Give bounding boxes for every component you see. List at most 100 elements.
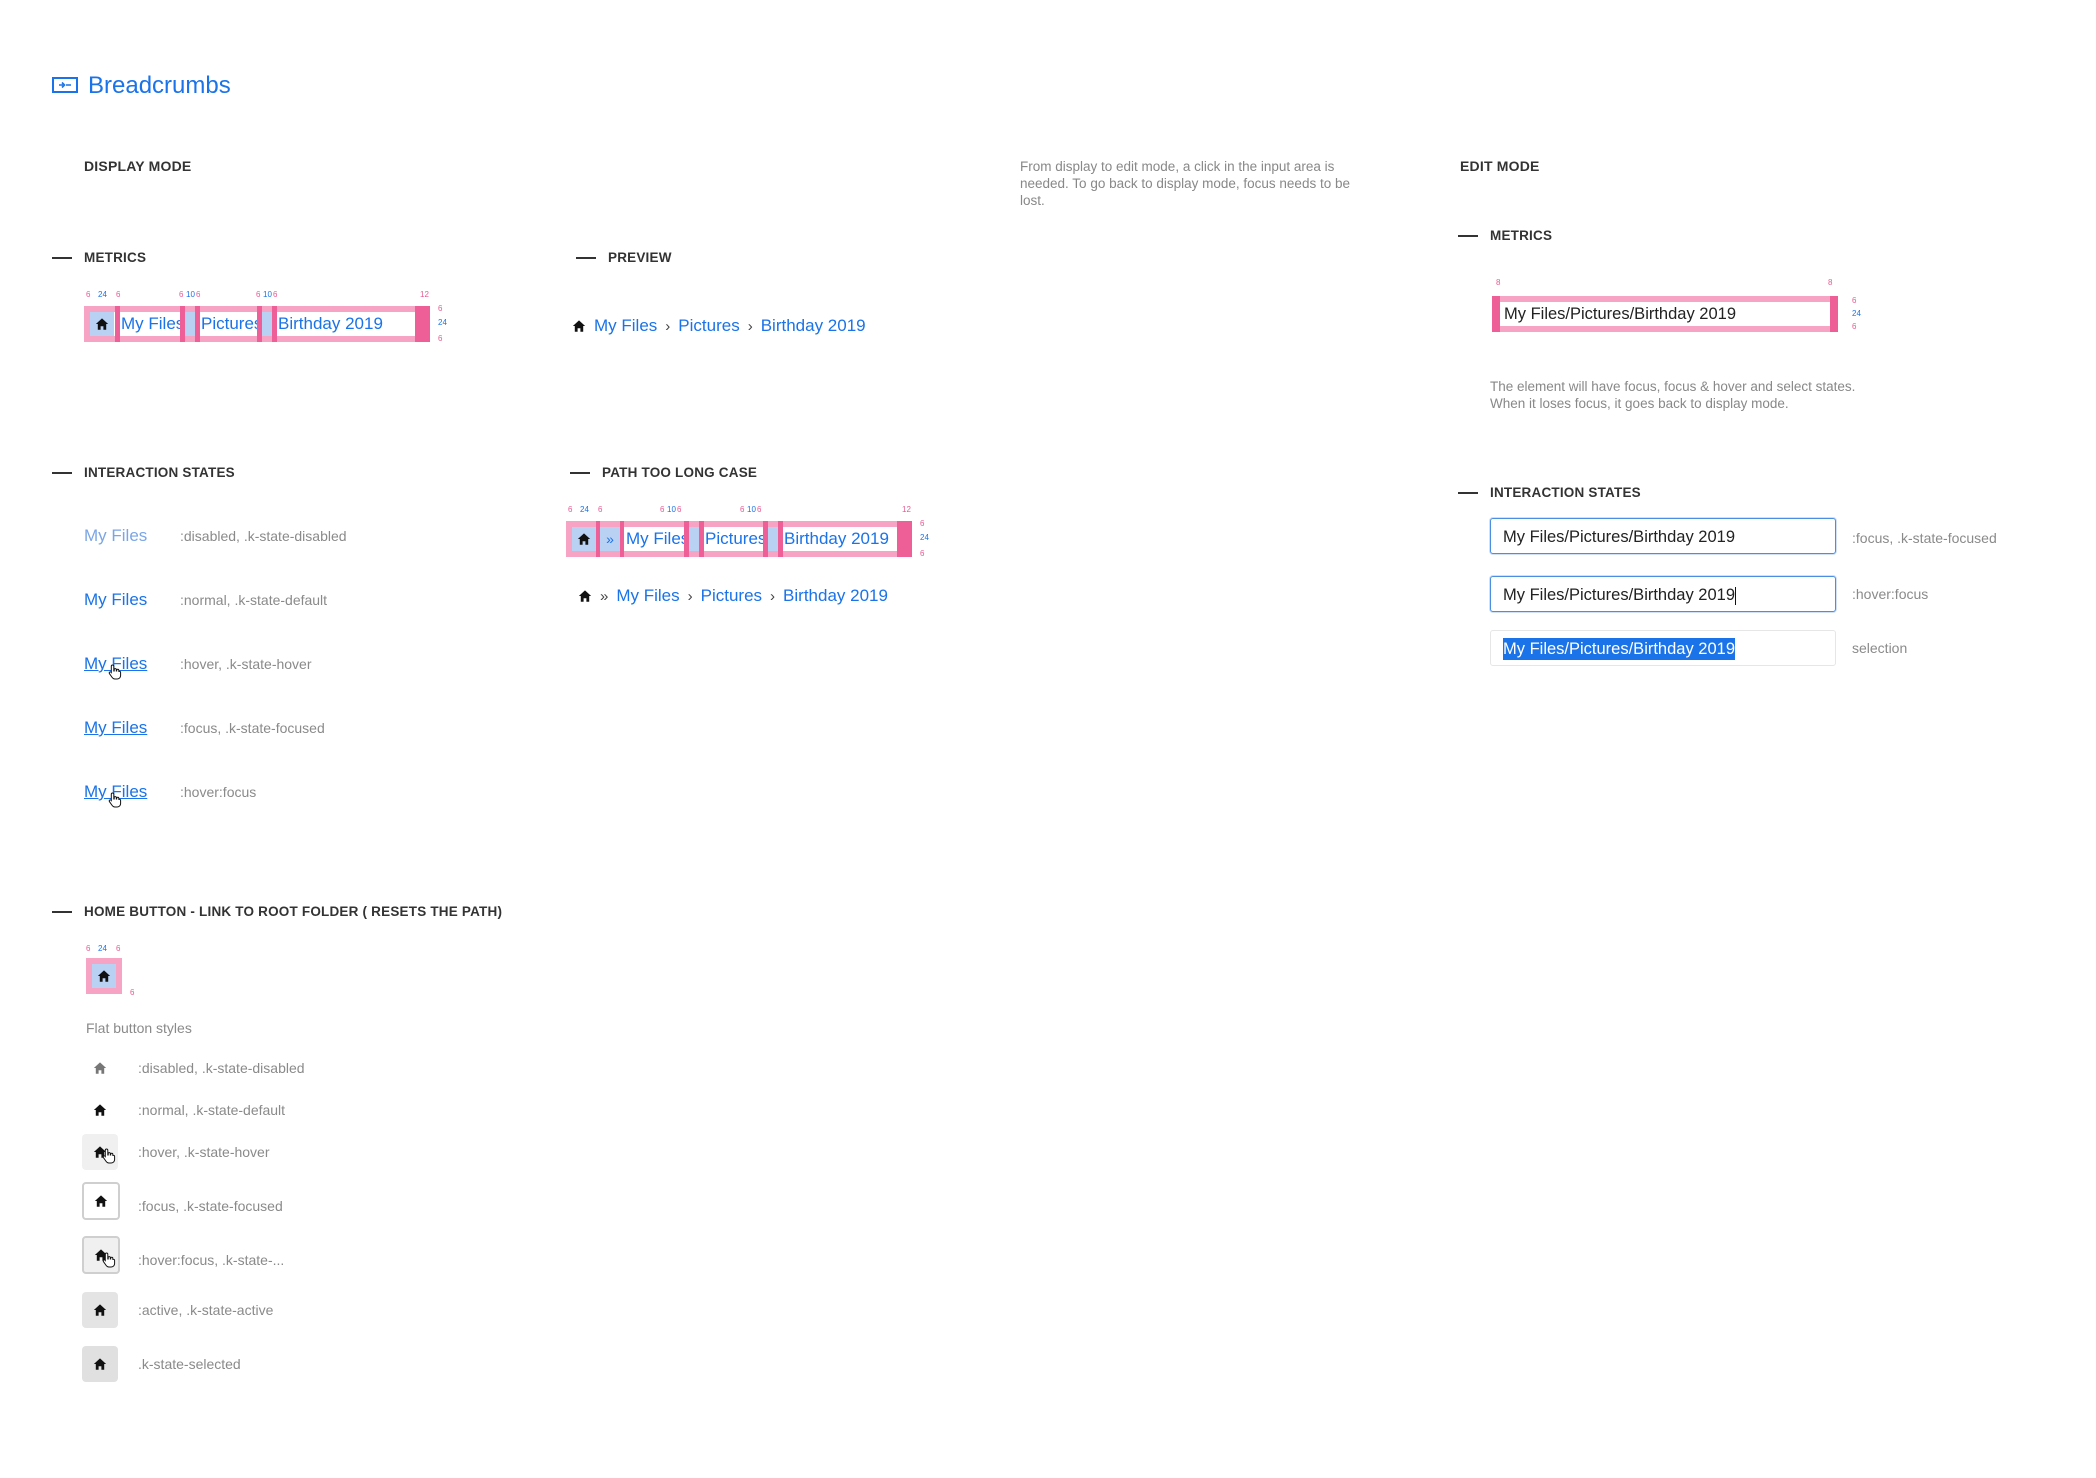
breadcrumb-item: My Files — [121, 314, 185, 333]
state-desc: :disabled, .k-state-disabled — [180, 528, 347, 544]
path-input-focused[interactable]: My Files/Pictures/Birthday 2019 — [1490, 518, 1836, 554]
path-too-long-heading: PATH TOO LONG CASE — [570, 465, 757, 480]
hand-cursor-icon — [102, 1252, 116, 1268]
state-desc: :hover:focus — [1852, 586, 1929, 602]
metric-label: 6 — [920, 549, 925, 558]
breadcrumb-link-birthday[interactable]: Birthday 2019 — [783, 586, 888, 606]
metric-label: 6 — [130, 988, 135, 997]
breadcrumb-link-my-files[interactable]: My Files — [594, 316, 657, 336]
state-link-normal[interactable]: My Files — [84, 590, 147, 610]
metric-label: 6 — [660, 505, 665, 514]
breadcrumb-link-my-files[interactable]: My Files — [616, 586, 679, 606]
edit-interaction-states-heading: INTERACTION STATES — [1458, 485, 1641, 500]
edit-metrics-diagram: 8 8 My Files/Pictures/Birthday 2019 6 24… — [1492, 278, 1872, 338]
metric-label: 6 — [438, 304, 443, 313]
breadcrumb-path-too-long: » My Files › Pictures › Birthday 2019 — [578, 584, 888, 608]
home-button-selected[interactable] — [82, 1346, 118, 1382]
metric-label: 6 — [438, 334, 443, 343]
hand-cursor-icon — [108, 792, 122, 808]
breadcrumb-preview: My Files › Pictures › Birthday 2019 — [572, 314, 866, 338]
metric-label: 10 — [186, 290, 195, 299]
home-button-metrics: 6 24 6 6 — [86, 944, 146, 1000]
metric-label: 12 — [420, 290, 429, 299]
metric-label: 6 — [598, 505, 603, 514]
edit-mode-heading: EDIT MODE — [1460, 158, 1540, 174]
metric-label: 24 — [1852, 309, 1861, 318]
edit-mode-note: The element will have focus, focus & hov… — [1490, 379, 1856, 411]
display-mode-heading: DISPLAY MODE — [84, 158, 192, 174]
metric-label: 6 — [116, 944, 121, 953]
home-button-heading: HOME BUTTON - LINK TO ROOT FOLDER ( RESE… — [52, 904, 502, 919]
metric-label: 24 — [98, 290, 107, 299]
metric-label: 24 — [98, 944, 107, 953]
home-button-active[interactable] — [82, 1292, 118, 1328]
breadcrumb-item: Birthday 2019 — [784, 529, 889, 548]
ellipsis-icon[interactable]: » — [600, 588, 608, 605]
metric-label: 10 — [263, 290, 272, 299]
home-icon — [572, 527, 596, 551]
state-desc: :focus, .k-state-focused — [180, 720, 325, 736]
state-link-focused[interactable]: My Files — [84, 718, 147, 738]
path-input-selection[interactable]: My Files/Pictures/Birthday 2019 — [1490, 630, 1836, 666]
home-icon[interactable] — [572, 319, 586, 333]
chevron-right-icon: › — [687, 587, 693, 605]
state-desc: :normal, .k-state-default — [138, 1102, 286, 1118]
metric-label: 24 — [580, 505, 589, 514]
state-desc: :active, .k-state-active — [138, 1302, 274, 1318]
breadcrumb-link-pictures[interactable]: Pictures — [678, 316, 739, 336]
metric-label: 10 — [747, 505, 756, 514]
metric-label: 6 — [86, 944, 91, 953]
edit-metrics-heading: METRICS — [1458, 228, 1552, 243]
metric-label: 6 — [920, 519, 925, 528]
flat-button-styles-label: Flat button styles — [86, 1020, 192, 1036]
home-icon — [90, 312, 114, 336]
home-button-focused[interactable] — [82, 1182, 120, 1220]
state-desc: :focus, .k-state-focused — [1852, 530, 1997, 546]
state-desc: selection — [1852, 640, 1908, 656]
metric-label: 24 — [920, 533, 929, 542]
home-button-disabled — [82, 1050, 118, 1086]
preview-heading: PREVIEW — [576, 250, 672, 265]
metrics-diagram: 6 24 6 6 10 6 6 10 6 12 My Files Picture… — [84, 290, 447, 350]
state-desc: :hover:focus, .k-state-... — [138, 1252, 285, 1268]
state-desc: :focus, .k-state-focused — [138, 1198, 283, 1214]
metric-label: 6 — [179, 290, 184, 299]
metric-label: 6 — [86, 290, 91, 299]
breadcrumb-icon — [52, 76, 78, 99]
metric-label: 10 — [667, 505, 676, 514]
metric-label: 6 — [1852, 296, 1857, 305]
chevron-right-icon: › — [747, 317, 753, 335]
hand-cursor-icon — [108, 664, 122, 680]
metric-label: 6 — [256, 290, 261, 299]
state-desc: :hover, .k-state-hover — [138, 1144, 270, 1160]
state-desc: :normal, .k-state-default — [180, 592, 328, 608]
state-desc: .k-state-selected — [138, 1356, 241, 1372]
interaction-states-heading: INTERACTION STATES — [52, 465, 235, 480]
metric-label: 6 — [196, 290, 201, 299]
metric-label: 6 — [568, 505, 573, 514]
breadcrumb-link-birthday[interactable]: Birthday 2019 — [761, 316, 866, 336]
path-too-long-metrics: 6 24 6 6 10 6 6 10 6 12 » My Files Pictu… — [566, 505, 946, 567]
mode-switch-note: From display to edit mode, a click in th… — [1020, 159, 1350, 208]
metric-label: 6 — [1852, 322, 1857, 331]
metric-label: 8 — [1496, 278, 1501, 287]
chevron-right-icon: › — [665, 317, 671, 335]
metric-label: 6 — [757, 505, 762, 514]
home-icon — [92, 964, 116, 988]
metric-label: 24 — [438, 318, 447, 327]
hand-cursor-icon — [102, 1148, 116, 1164]
metrics-heading: METRICS — [52, 250, 146, 265]
metric-label: 6 — [116, 290, 121, 299]
metric-label: 6 — [740, 505, 745, 514]
breadcrumb-item: Birthday 2019 — [278, 314, 383, 333]
breadcrumb-item: Pictures — [201, 314, 263, 333]
breadcrumb-link-pictures[interactable]: Pictures — [701, 586, 762, 606]
state-desc: :hover, .k-state-hover — [180, 656, 312, 672]
metric-label: 12 — [902, 505, 911, 514]
state-desc: :disabled, .k-state-disabled — [138, 1060, 305, 1076]
home-icon[interactable] — [578, 589, 592, 603]
ellipsis-icon: » — [600, 527, 620, 551]
path-input-hover-focus[interactable]: My Files/Pictures/Birthday 2019 — [1490, 576, 1836, 612]
home-button-normal[interactable] — [82, 1092, 118, 1128]
page-title: Breadcrumbs — [88, 72, 231, 99]
